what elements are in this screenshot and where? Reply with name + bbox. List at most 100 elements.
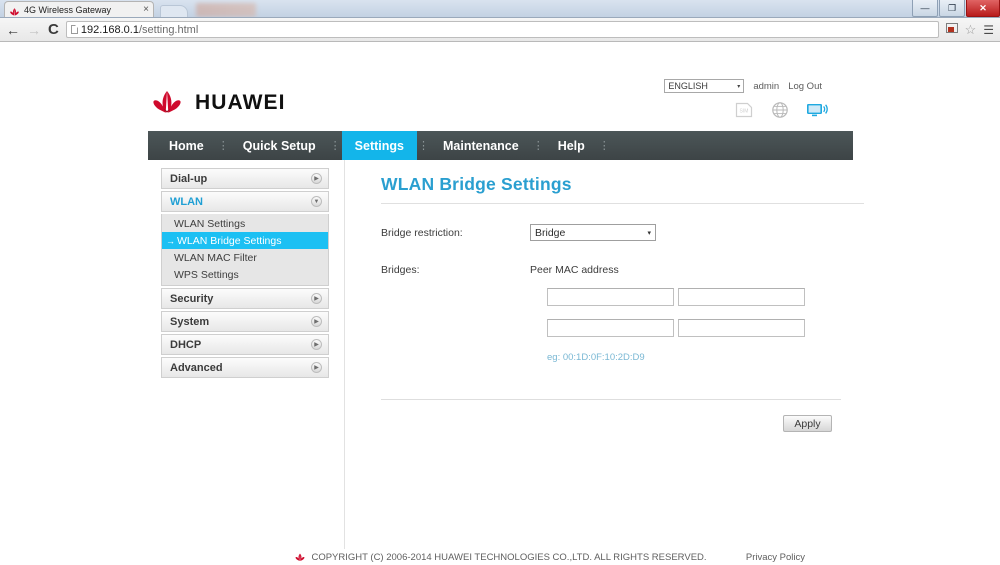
bookmark-star-icon[interactable]: ☆ [965,22,977,38]
peer-mac-input-4[interactable] [678,319,806,337]
vertical-divider [344,160,345,549]
sidebar-group-label: DHCP [170,338,202,351]
brand-name: HUAWEI [195,91,286,114]
sidebar-group-label: Advanced [170,361,223,374]
account-row: ENGLISH ▾ admin Log Out [664,79,822,93]
router-admin-page: HUAWEI ENGLISH ▾ admin Log Out SIM Home … [0,42,1000,563]
nav-item-settings[interactable]: Settings [341,131,417,160]
nav-separator: ⋮ [329,140,341,152]
nav-item-maintenance[interactable]: Maintenance [430,131,532,160]
sidebar-group-dhcp[interactable]: DHCP ▶ [161,334,329,355]
username-label: admin [753,80,780,92]
bridge-restriction-label: Bridge restriction: [381,227,463,239]
apply-button[interactable]: Apply [783,415,832,432]
sidebar-group-label: Dial-up [170,172,208,185]
browser-window: 4G Wireless Gateway × — ❐ ✕ ← → C 192.16… [0,0,1000,563]
forward-button[interactable]: → [27,23,41,37]
chevron-right-icon: ▶ [311,362,322,373]
nav-item-home[interactable]: Home [156,131,217,160]
page-info-icon [70,25,78,34]
huawei-flower-icon [9,5,20,16]
sidebar-submenu-wlan: WLAN Settings → WLAN Bridge Settings WLA… [161,214,329,286]
bridges-label: Bridges: [381,264,420,276]
sidebar-group-advanced[interactable]: Advanced ▶ [161,357,329,378]
bridge-restriction-value: Bridge [535,226,566,239]
url-text: 192.168.0.1/setting.html [81,24,198,36]
sidebar-group-label: WLAN [170,195,203,208]
chevron-right-icon: ▶ [311,293,322,304]
action-row: Apply [364,415,832,432]
nav-separator: ⋮ [598,140,610,152]
huawei-flower-icon [148,90,186,116]
sidebar-item-wlan-settings[interactable]: WLAN Settings [162,215,328,232]
cast-icon[interactable] [945,22,958,37]
bottom-divider [381,399,841,400]
reload-button[interactable]: C [48,22,59,37]
address-bar[interactable]: 192.168.0.1/setting.html [65,21,939,38]
sidebar-item-label: WLAN MAC Filter [174,251,257,264]
svg-text:SIM: SIM [740,109,749,115]
sidebar-item-wlan-bridge-settings[interactable]: → WLAN Bridge Settings [162,232,328,249]
close-button[interactable]: ✕ [966,0,1000,17]
chevron-right-icon: ▶ [311,339,322,350]
sidebar-item-wps-settings[interactable]: WPS Settings [162,266,328,283]
peer-mac-input-1[interactable] [547,288,674,306]
bridges-row: Bridges: Peer MAC address [381,261,844,276]
sim-card-icon: SIM [733,100,755,120]
maximize-button[interactable]: ❐ [939,0,965,17]
language-value: ENGLISH [668,81,708,91]
browser-toolbar: ← → C 192.168.0.1/setting.html ☆ ☰ [0,18,1000,42]
sidebar-item-label: WPS Settings [174,268,239,281]
chevron-down-icon: ▾ [647,229,651,237]
back-button[interactable]: ← [6,23,20,37]
chevron-down-icon: ▼ [311,196,322,207]
nav-separator: ⋮ [417,140,429,152]
peer-mac-address-header: Peer MAC address [530,264,619,276]
chrome-menu-icon[interactable]: ☰ [983,23,994,37]
mac-address-fields [547,288,844,350]
copyright-text: COPYRIGHT (C) 2006-2014 HUAWEI TECHNOLOG… [311,552,707,563]
chevron-right-icon: ▶ [311,173,322,184]
tab-close-icon[interactable]: × [143,5,149,15]
footer: COPYRIGHT (C) 2006-2014 HUAWEI TECHNOLOG… [148,552,853,563]
chevron-down-icon: ▾ [737,83,741,90]
sidebar-item-wlan-mac-filter[interactable]: WLAN MAC Filter [162,249,328,266]
sidebar-group-dial-up[interactable]: Dial-up ▶ [161,168,329,189]
sidebar-item-label: WLAN Bridge Settings [177,234,282,247]
peer-mac-input-2[interactable] [678,288,806,306]
minimize-button[interactable]: — [912,0,938,17]
nav-separator: ⋮ [217,140,229,152]
sidebar: Dial-up ▶ WLAN ▼ WLAN Settings → WLAN Br… [161,168,329,380]
nav-separator: ⋮ [532,140,544,152]
chevron-right-icon: ▶ [311,316,322,327]
sidebar-group-security[interactable]: Security ▶ [161,288,329,309]
main-navigation: Home ⋮ Quick Setup ⋮ Settings ⋮ Maintena… [148,131,853,160]
sidebar-group-label: Security [170,292,214,305]
mac-format-hint: eg: 00:1D:0F:10:2D:D9 [547,352,645,363]
nav-item-help[interactable]: Help [545,131,598,160]
logout-link[interactable]: Log Out [788,81,822,92]
nav-item-quick-setup[interactable]: Quick Setup [230,131,329,160]
title-divider [381,203,864,204]
sidebar-group-wlan[interactable]: WLAN ▼ [161,191,329,212]
page-title: WLAN Bridge Settings [381,174,572,194]
bridge-restriction-select[interactable]: Bridge ▾ [530,224,656,241]
globe-icon [769,100,791,120]
brand-logo: HUAWEI [148,90,286,116]
content-area: Dial-up ▶ WLAN ▼ WLAN Settings → WLAN Br… [148,160,864,552]
browser-titlebar: 4G Wireless Gateway × — ❐ ✕ [0,0,1000,18]
sidebar-group-system[interactable]: System ▶ [161,311,329,332]
browser-tab[interactable]: 4G Wireless Gateway × [4,1,154,17]
language-select[interactable]: ENGLISH ▾ [664,79,745,93]
tab-title: 4G Wireless Gateway [24,4,112,15]
window-controls: — ❐ ✕ [911,0,1000,17]
url-path: /setting.html [138,23,199,36]
privacy-policy-link[interactable]: Privacy Policy [746,552,805,563]
huawei-flower-icon [294,553,306,562]
peer-mac-input-3[interactable] [547,319,674,337]
sidebar-group-label: System [170,315,210,328]
background-tab[interactable] [196,3,256,17]
new-tab-button[interactable] [160,5,188,17]
bridge-restriction-row: Bridge restriction: Bridge ▾ [381,224,844,241]
sidebar-item-label: WLAN Settings [174,217,246,230]
